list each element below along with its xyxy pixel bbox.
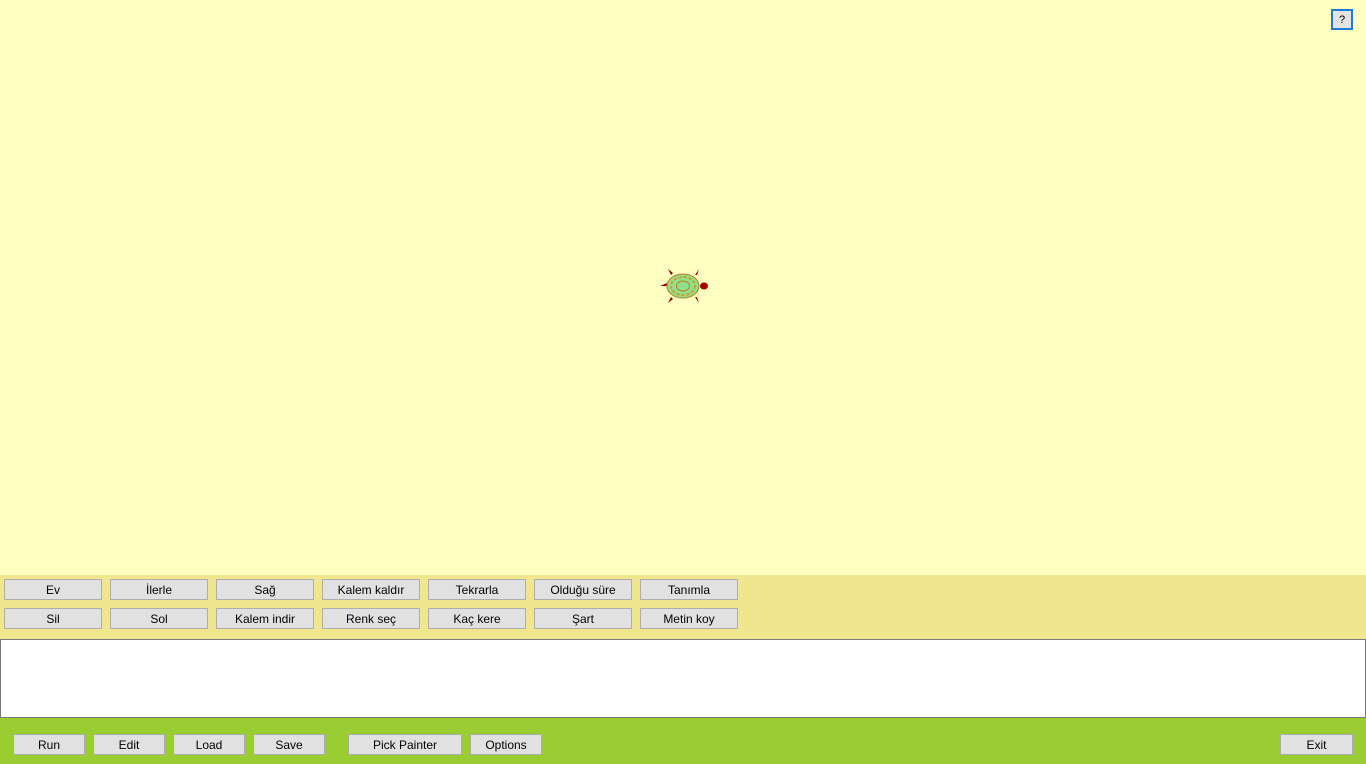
sart-button[interactable]: Şart — [534, 608, 632, 629]
options-button[interactable]: Options — [470, 734, 542, 755]
sil-button[interactable]: Sil — [4, 608, 102, 629]
exit-button[interactable]: Exit — [1280, 734, 1353, 755]
ilerle-button[interactable]: İlerle — [110, 579, 208, 600]
ev-button[interactable]: Ev — [4, 579, 102, 600]
save-button[interactable]: Save — [253, 734, 325, 755]
tekrarla-button[interactable]: Tekrarla — [428, 579, 526, 600]
kalem-kaldir-button[interactable]: Kalem kaldır — [322, 579, 420, 600]
load-button[interactable]: Load — [173, 734, 245, 755]
run-button[interactable]: Run — [13, 734, 85, 755]
bottom-toolbar: Run Edit Load Save Pick Painter Options … — [0, 718, 1366, 764]
kac-kere-button[interactable]: Kaç kere — [428, 608, 526, 629]
tanimla-button[interactable]: Tanımla — [640, 579, 738, 600]
kalem-indir-button[interactable]: Kalem indir — [216, 608, 314, 629]
command-panel: Ev İlerle Sağ Kalem kaldır Tekrarla Oldu… — [0, 575, 1366, 639]
renk-sec-button[interactable]: Renk seç — [322, 608, 420, 629]
metin-koy-button[interactable]: Metin koy — [640, 608, 738, 629]
pick-painter-button[interactable]: Pick Painter — [348, 734, 462, 755]
sol-button[interactable]: Sol — [110, 608, 208, 629]
code-editor[interactable] — [0, 639, 1366, 718]
app-window: ? Ev İlerle Sağ Kalem kaldır Tekrarla Ol… — [0, 0, 1366, 764]
turtle-icon — [660, 269, 708, 303]
oldugu-sure-button[interactable]: Olduğu süre — [534, 579, 632, 600]
drawing-canvas[interactable]: ? — [0, 0, 1366, 575]
edit-button[interactable]: Edit — [93, 734, 165, 755]
help-button[interactable]: ? — [1331, 9, 1353, 30]
sag-button[interactable]: Sağ — [216, 579, 314, 600]
